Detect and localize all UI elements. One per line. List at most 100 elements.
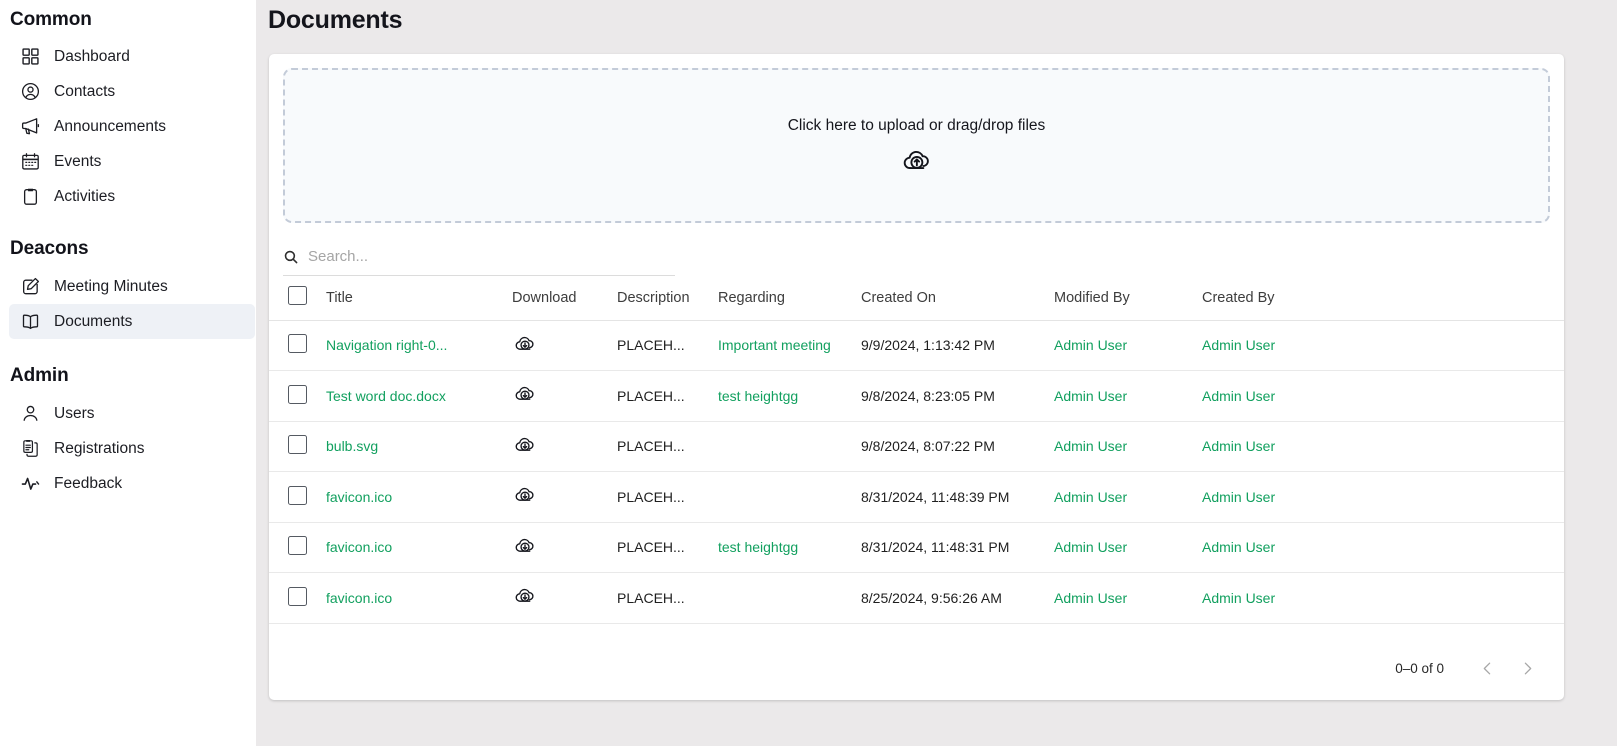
row-select-cell bbox=[269, 370, 326, 422]
cell-download bbox=[512, 370, 617, 422]
document-regarding-link[interactable]: test heightgg bbox=[718, 539, 798, 555]
sidebar-item-label: Contacts bbox=[54, 82, 116, 100]
document-title-link[interactable]: favicon.ico bbox=[326, 590, 392, 606]
row-checkbox[interactable] bbox=[288, 334, 307, 354]
sidebar-item-label: Users bbox=[54, 404, 95, 422]
document-modified-by-link[interactable]: Admin User bbox=[1054, 438, 1127, 454]
column-header-description[interactable]: Description bbox=[617, 276, 718, 321]
row-checkbox[interactable] bbox=[288, 536, 307, 556]
download-button[interactable] bbox=[512, 534, 538, 560]
sidebar-item-meeting-minutes[interactable]: Meeting Minutes bbox=[9, 269, 255, 304]
sidebar-item-documents[interactable]: Documents bbox=[9, 304, 255, 339]
cell-created-on: 9/8/2024, 8:23:05 PM bbox=[861, 370, 1054, 422]
sidebar-item-users[interactable]: Users bbox=[9, 396, 255, 431]
column-header-download[interactable]: Download bbox=[512, 276, 617, 321]
document-title-link[interactable]: favicon.ico bbox=[326, 539, 392, 555]
document-created-on: 8/31/2024, 11:48:39 PM bbox=[861, 488, 1010, 505]
document-title-link[interactable]: Navigation right-0... bbox=[326, 337, 447, 353]
cell-modified-by: Admin User bbox=[1054, 370, 1202, 422]
download-button[interactable] bbox=[512, 585, 538, 611]
pagination-next-button[interactable] bbox=[1508, 649, 1546, 687]
chevron-right-icon bbox=[1519, 660, 1536, 677]
download-button[interactable] bbox=[512, 433, 538, 459]
sidebar-item-announcements[interactable]: Announcements bbox=[9, 109, 255, 144]
cloud-download-icon bbox=[514, 333, 536, 358]
column-header-created-on[interactable]: Created On bbox=[861, 276, 1054, 321]
cell-download bbox=[512, 320, 617, 371]
document-modified-by-link[interactable]: Admin User bbox=[1054, 489, 1127, 505]
document-created-on: 8/31/2024, 11:48:31 PM bbox=[861, 539, 1010, 556]
sidebar-item-events[interactable]: Events bbox=[9, 144, 255, 179]
search-input[interactable] bbox=[308, 248, 648, 265]
book-open-icon bbox=[20, 311, 41, 332]
document-title-link[interactable]: Test word doc.docx bbox=[326, 388, 446, 404]
cell-regarding bbox=[718, 421, 861, 472]
column-header-regarding[interactable]: Regarding bbox=[718, 276, 861, 321]
document-created-by-link[interactable]: Admin User bbox=[1202, 438, 1275, 454]
column-header-created-by[interactable]: Created By bbox=[1202, 276, 1564, 321]
column-header-modified-by[interactable]: Modified By bbox=[1054, 276, 1202, 321]
cell-description: PLACEH... bbox=[617, 421, 718, 472]
cell-modified-by: Admin User bbox=[1054, 572, 1202, 624]
sidebar-section-common: Common Dashboard Contacts Announcements … bbox=[0, 0, 256, 214]
table-row[interactable]: favicon.ico PLACEH... test heightgg 8/31… bbox=[269, 522, 1564, 573]
row-checkbox[interactable] bbox=[288, 384, 307, 404]
cell-regarding bbox=[718, 572, 861, 624]
pulse-icon bbox=[20, 473, 41, 494]
document-modified-by-link[interactable]: Admin User bbox=[1054, 539, 1127, 555]
cell-created-on: 8/31/2024, 11:48:39 PM bbox=[861, 471, 1054, 523]
table-row[interactable]: bulb.svg PLACEH... 9/8/2024, 8:07:22 PM … bbox=[269, 421, 1564, 472]
row-checkbox[interactable] bbox=[288, 586, 307, 606]
document-regarding-link[interactable]: Important meeting bbox=[718, 337, 831, 353]
document-title-link[interactable]: bulb.svg bbox=[326, 438, 378, 454]
row-checkbox[interactable] bbox=[288, 485, 307, 505]
cloud-download-icon bbox=[514, 484, 536, 509]
sidebar-item-label: Feedback bbox=[54, 474, 123, 492]
document-created-by-link[interactable]: Admin User bbox=[1202, 489, 1275, 505]
document-created-by-link[interactable]: Admin User bbox=[1202, 590, 1275, 606]
pagination-prev-button[interactable] bbox=[1468, 649, 1506, 687]
document-created-on: 8/25/2024, 9:56:26 AM bbox=[861, 589, 1002, 606]
document-modified-by-link[interactable]: Admin User bbox=[1054, 590, 1127, 606]
megaphone-icon bbox=[20, 116, 41, 137]
cell-title: Navigation right-0... bbox=[326, 320, 512, 371]
cell-download bbox=[512, 522, 617, 573]
cell-regarding: Important meeting bbox=[718, 320, 861, 371]
column-header-title[interactable]: Title bbox=[326, 276, 512, 321]
document-title-link[interactable]: favicon.ico bbox=[326, 489, 392, 505]
cloud-download-icon bbox=[514, 434, 536, 459]
document-created-on: 9/8/2024, 8:23:05 PM bbox=[861, 387, 995, 404]
table-row[interactable]: favicon.ico PLACEH... 8/31/2024, 11:48:3… bbox=[269, 471, 1564, 523]
sidebar-item-feedback[interactable]: Feedback bbox=[9, 466, 255, 501]
sidebar-item-activities[interactable]: Activities bbox=[9, 179, 255, 214]
download-button[interactable] bbox=[512, 484, 538, 510]
cell-created-by: Admin User bbox=[1202, 572, 1564, 624]
select-all-checkbox[interactable] bbox=[288, 286, 307, 306]
sidebar-item-registrations[interactable]: Registrations bbox=[9, 431, 255, 466]
sidebar-item-contacts[interactable]: Contacts bbox=[9, 74, 255, 109]
document-description: PLACEH... bbox=[617, 337, 685, 354]
table-row[interactable]: Test word doc.docx PLACEH... test height… bbox=[269, 370, 1564, 422]
search-field[interactable] bbox=[283, 243, 675, 276]
document-created-by-link[interactable]: Admin User bbox=[1202, 388, 1275, 404]
document-created-by-link[interactable]: Admin User bbox=[1202, 337, 1275, 353]
document-regarding-link[interactable]: test heightgg bbox=[718, 388, 798, 404]
download-button[interactable] bbox=[512, 332, 538, 358]
download-button[interactable] bbox=[512, 383, 538, 409]
person-circle-icon bbox=[20, 81, 41, 102]
row-checkbox[interactable] bbox=[288, 435, 307, 455]
table-row[interactable]: favicon.ico PLACEH... 8/25/2024, 9:56:26… bbox=[269, 572, 1564, 624]
sidebar-item-dashboard[interactable]: Dashboard bbox=[9, 39, 255, 74]
document-modified-by-link[interactable]: Admin User bbox=[1054, 388, 1127, 404]
upload-dropzone[interactable]: Click here to upload or drag/drop files bbox=[283, 68, 1550, 223]
pagination-range-label: 0–0 of 0 bbox=[1395, 660, 1444, 676]
document-created-by-link[interactable]: Admin User bbox=[1202, 539, 1275, 555]
cell-regarding: test heightgg bbox=[718, 370, 861, 422]
cell-regarding: test heightgg bbox=[718, 522, 861, 573]
table-row[interactable]: Navigation right-0... PLACEH... Importan… bbox=[269, 320, 1564, 371]
document-modified-by-link[interactable]: Admin User bbox=[1054, 337, 1127, 353]
document-description: PLACEH... bbox=[617, 387, 685, 404]
sidebar-item-label: Activities bbox=[54, 187, 116, 205]
sidebar: Common Dashboard Contacts Announcements … bbox=[0, 0, 256, 746]
row-select-cell bbox=[269, 471, 326, 523]
